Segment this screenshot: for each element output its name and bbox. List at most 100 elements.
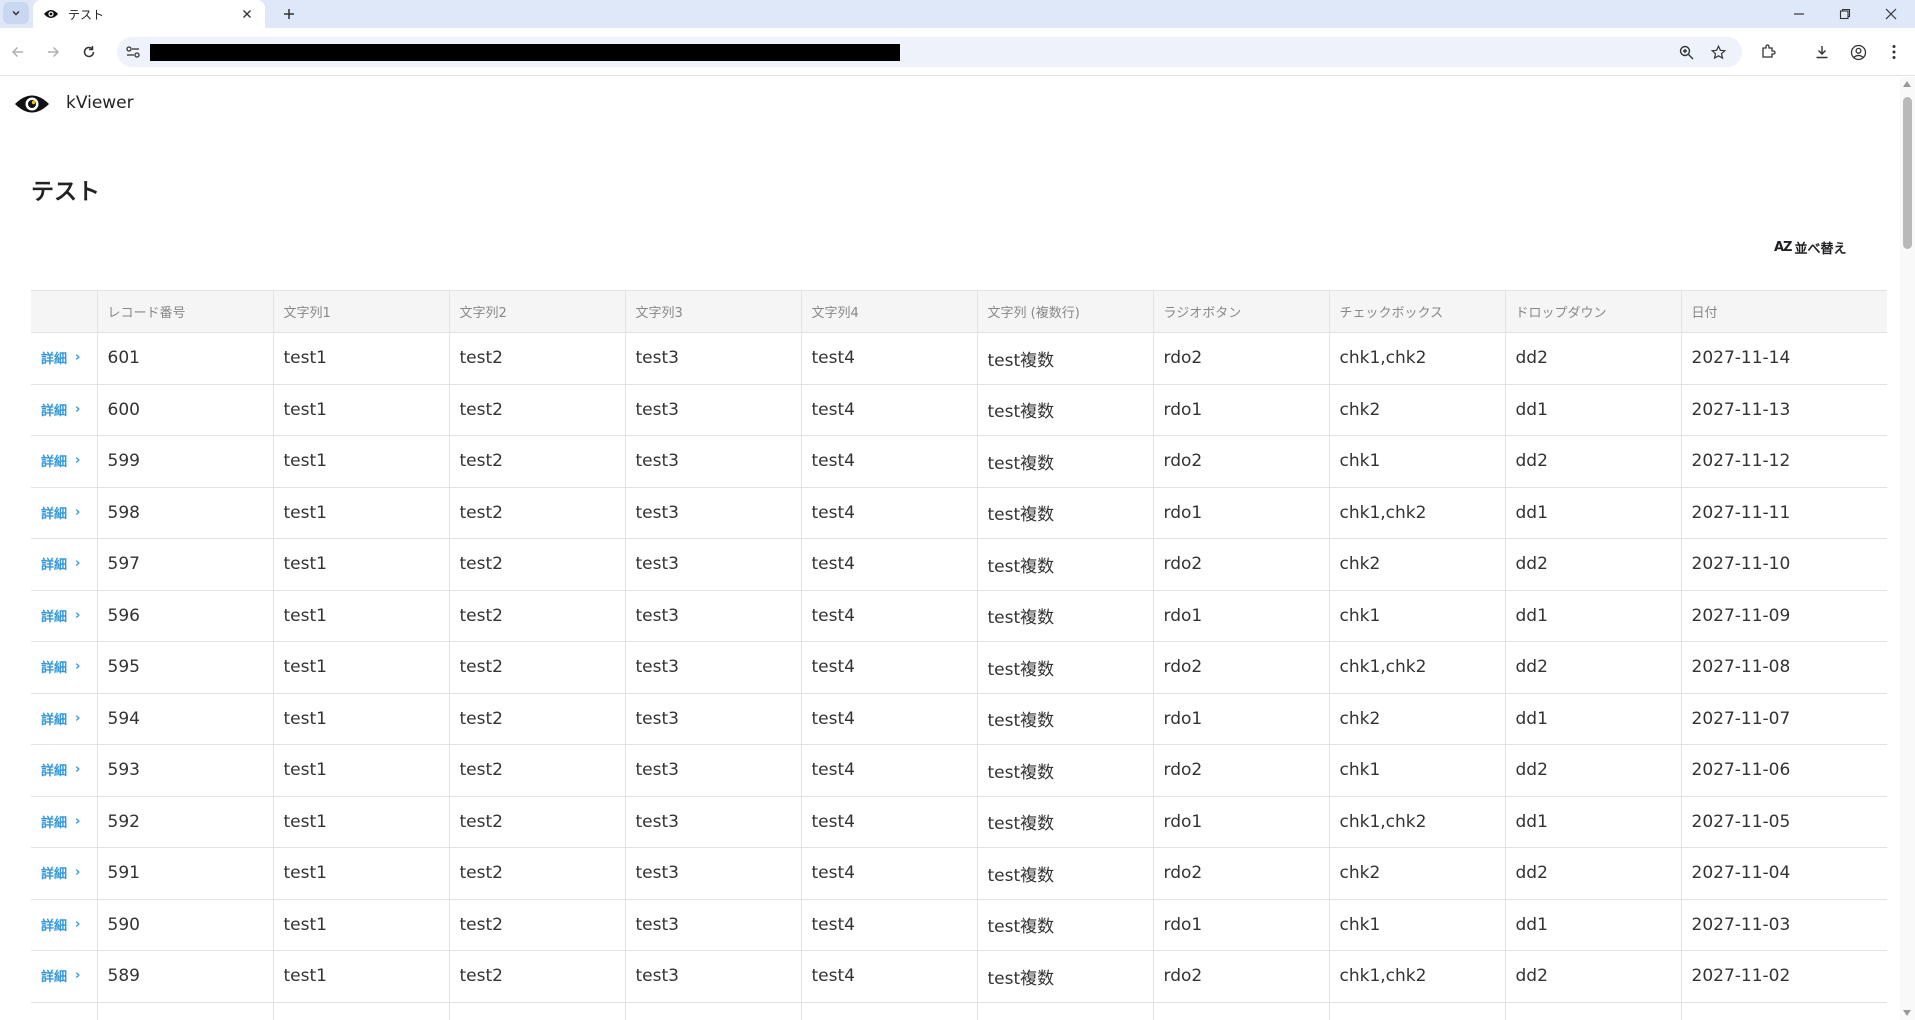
table-cell: test2: [448, 744, 625, 797]
downloads-button[interactable]: [1811, 41, 1833, 63]
table-cell: test3: [624, 744, 801, 797]
download-icon: [1816, 46, 1828, 59]
table-header-row: レコード番号 文字列1 文字列2 文字列3 文字列4 文字列 (複数行) ラジオボタン チェッ…: [31, 290, 1887, 333]
table-cell: test3: [624, 435, 801, 488]
table-cell: 2027-11-09: [1680, 590, 1887, 642]
scroll-down-arrow-icon[interactable]: [1903, 1010, 1911, 1016]
table-cell: rdo2: [1152, 538, 1329, 591]
table-cell: test4: [800, 487, 977, 539]
close-window-button[interactable]: [1868, 0, 1914, 28]
detail-link[interactable]: 詳細 ›: [41, 812, 80, 831]
detail-cell: 詳細 ›: [31, 796, 97, 848]
table-cell: test3: [624, 487, 801, 539]
column-header[interactable]: 文字列 (複数行): [976, 290, 1153, 333]
close-icon: [243, 10, 251, 18]
detail-link[interactable]: 詳細 ›: [41, 503, 80, 522]
column-header[interactable]: 文字列1: [272, 290, 449, 333]
table-cell: 2027-11-11: [1680, 487, 1887, 539]
column-header[interactable]: ラジオボタン: [1152, 290, 1329, 333]
minimize-button[interactable]: [1776, 0, 1822, 28]
table-row: 詳細 › 594 test1 test2 test3 test4 test複数 rdo1 chk2…: [31, 693, 1887, 745]
column-header[interactable]: 日付: [1680, 290, 1887, 333]
reload-icon: [83, 46, 95, 58]
table-cell: test4: [800, 1002, 977, 1020]
tab-close-button[interactable]: [239, 6, 255, 22]
table-cell: test4: [800, 693, 977, 745]
table-row: 詳細 › 601 test1 test2 test3 test4 test複数 rdo2 chk1…: [31, 332, 1887, 385]
new-tab-button[interactable]: [278, 3, 300, 25]
column-header[interactable]: ドロップダウン: [1504, 290, 1681, 333]
table-row: 詳細 › 592 test1 test2 test3 test4 test複数 rdo1 chk1…: [31, 796, 1887, 848]
page-scrollbar[interactable]: [1900, 77, 1915, 1020]
table-cell: test4: [800, 796, 977, 848]
table-cell: dd2: [1504, 332, 1681, 385]
address-bar[interactable]: [117, 37, 1742, 67]
table-cell: dd1: [1504, 899, 1681, 951]
table-cell: test複数: [976, 693, 1153, 745]
detail-link[interactable]: 詳細 ›: [41, 348, 80, 367]
table-cell: test複数: [976, 899, 1153, 951]
table-cell: rdo2: [1152, 847, 1329, 900]
scroll-up-arrow-icon[interactable]: [1903, 81, 1911, 87]
detail-link[interactable]: 詳細 ›: [41, 966, 80, 985]
detail-link[interactable]: 詳細 ›: [41, 400, 80, 419]
scroll-thumb[interactable]: [1903, 97, 1912, 249]
tab-strip: テスト: [0, 0, 1915, 28]
column-header[interactable]: 文字列2: [448, 290, 625, 333]
detail-link[interactable]: 詳細 ›: [41, 709, 80, 728]
detail-label: 詳細: [41, 970, 68, 986]
back-button[interactable]: [6, 40, 30, 64]
bookmark-button[interactable]: [1709, 43, 1727, 61]
detail-label: 詳細: [41, 403, 68, 419]
detail-link[interactable]: 詳細 ›: [41, 554, 80, 573]
reload-button[interactable]: [77, 40, 101, 64]
detail-link[interactable]: 詳細 ›: [41, 760, 80, 779]
detail-label: 詳細: [41, 661, 68, 677]
arrow-right-icon: [48, 46, 60, 58]
table-cell: test1: [272, 435, 449, 488]
column-header[interactable]: 文字列4: [800, 290, 977, 333]
table-cell: test1: [272, 538, 449, 591]
app-name: kViewer: [66, 93, 134, 113]
url-text-redacted[interactable]: [150, 44, 900, 61]
chevron-right-icon: ›: [75, 762, 81, 778]
table-cell: test1: [272, 744, 449, 797]
column-header[interactable]: 文字列3: [624, 290, 801, 333]
detail-cell: 詳細 ›: [31, 950, 97, 1003]
forward-button[interactable]: [41, 40, 65, 64]
detail-link[interactable]: 詳細 ›: [41, 863, 80, 882]
table-cell: test2: [448, 641, 625, 694]
table-cell: chk1,chk2: [1328, 332, 1505, 385]
detail-link[interactable]: 詳細 ›: [41, 657, 80, 676]
table-row: 詳細 › 598 test1 test2 test3 test4 test複数 rdo1 chk1…: [31, 487, 1887, 539]
restore-button[interactable]: [1822, 0, 1868, 28]
detail-cell: 詳細 ›: [31, 899, 97, 951]
detail-label: 詳細: [41, 455, 68, 471]
table-cell: chk1,chk2: [1328, 796, 1505, 848]
site-info-icon[interactable]: [125, 44, 141, 60]
table-row: 詳細 › 599 test1 test2 test3 test4 test複数 rdo2 chk1…: [31, 435, 1887, 488]
table-cell: rdo2: [1152, 435, 1329, 488]
table-cell: test複数: [976, 332, 1153, 385]
table-cell: test2: [448, 899, 625, 951]
browser-menu-button[interactable]: [1883, 41, 1905, 63]
table-cell: test4: [800, 384, 977, 436]
profile-button[interactable]: [1847, 41, 1869, 63]
table-cell: test2: [448, 693, 625, 745]
extensions-button[interactable]: [1757, 41, 1779, 63]
table-cell: test3: [624, 847, 801, 900]
table-cell: 590: [96, 899, 273, 951]
browser-tab[interactable]: テスト: [33, 0, 265, 28]
table-cell: 601: [96, 332, 273, 385]
tab-search-button[interactable]: [3, 2, 29, 24]
table-cell: test4: [800, 435, 977, 488]
detail-link[interactable]: 詳細 ›: [41, 606, 80, 625]
sort-button[interactable]: AZ 並べ替え: [1774, 235, 1847, 259]
detail-link[interactable]: 詳細 ›: [41, 451, 80, 470]
column-header[interactable]: チェックボックス: [1328, 290, 1505, 333]
column-header[interactable]: レコード番号: [96, 290, 273, 333]
chevron-right-icon: ›: [75, 916, 81, 932]
table-cell: rdo1: [1152, 487, 1329, 539]
zoom-button[interactable]: [1677, 43, 1695, 61]
detail-link[interactable]: 詳細 ›: [41, 915, 80, 934]
